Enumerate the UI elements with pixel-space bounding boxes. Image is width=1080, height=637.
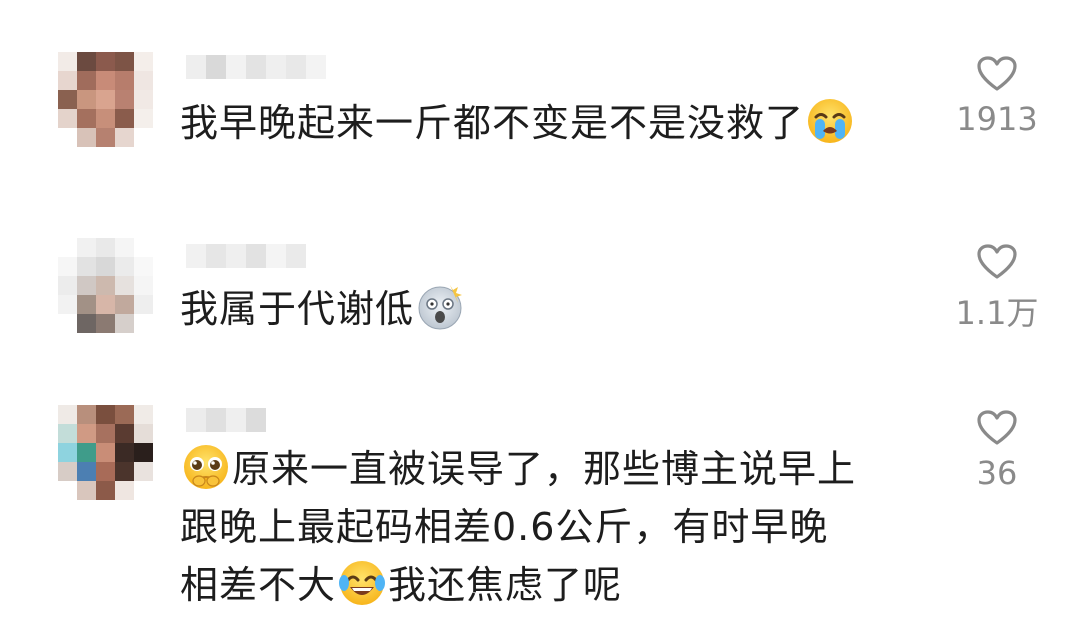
like-button[interactable]: 36 (952, 410, 1042, 492)
comment-text: 原来一直被误导了，那些博主说早上 跟晚上最起码相差0.6公斤，有时早晚 相差不大… (180, 440, 940, 614)
username-blurred[interactable] (186, 408, 266, 432)
avatar[interactable] (58, 405, 153, 500)
heart-outline-icon (977, 410, 1017, 445)
comment-item: 原来一直被误导了，那些博主说早上 跟晚上最起码相差0.6公斤，有时早晚 相差不大… (0, 0, 1080, 637)
pleading-face-emoji (184, 445, 228, 489)
comment-text-content: 原来一直被误导了，那些博主说早上 (232, 447, 857, 491)
comment-line: 跟晚上最起码相差0.6公斤，有时早晚 (180, 498, 940, 556)
like-count: 36 (976, 454, 1018, 492)
comment-text-content: 跟晚上最起码相差0.6公斤，有时早晚 (180, 505, 829, 549)
comment-line: 原来一直被误导了，那些博主说早上 (180, 440, 940, 498)
tears-of-joy-emoji (339, 561, 386, 605)
comment-text-content: 我还焦虑了呢 (388, 563, 623, 607)
comment-line: 相差不大 我还焦虑了呢 (180, 556, 940, 614)
comment-text-content: 相差不大 (180, 563, 337, 607)
